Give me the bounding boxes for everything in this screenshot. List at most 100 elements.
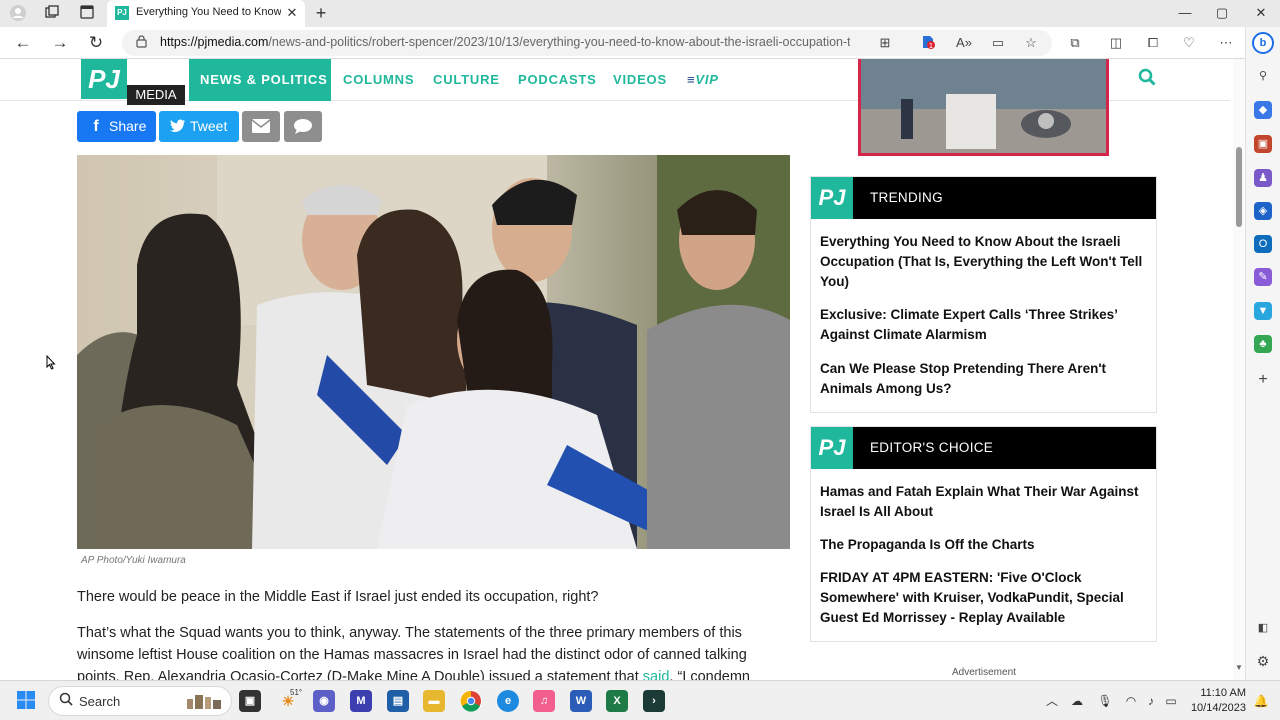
notifications-icon[interactable]: 🔔: [1252, 692, 1270, 710]
envelope-icon: [251, 111, 271, 144]
microsoft-365-icon[interactable]: ◈: [1254, 202, 1272, 220]
sidebar-settings-icon[interactable]: ⚙: [1254, 652, 1272, 670]
article-paragraph-2: That’s what the Squad wants you to think…: [77, 622, 787, 680]
collections-icon[interactable]: ⧠: [1142, 33, 1164, 53]
tab-title: Everything You Need to Know Ab: [136, 6, 281, 18]
comments-button[interactable]: [284, 111, 322, 142]
search-sidebar-icon[interactable]: ⚲: [1254, 67, 1272, 85]
lock-icon[interactable]: [136, 35, 148, 49]
site-logo[interactable]: PJ: [81, 59, 127, 99]
favorite-star-icon[interactable]: ☆: [1021, 34, 1041, 52]
nav-vip[interactable]: ≡VIP: [687, 72, 719, 88]
battery-icon[interactable]: ▭: [1162, 692, 1180, 710]
read-aloud-icon[interactable]: A»: [954, 34, 974, 52]
tab-active[interactable]: PJ Everything You Need to Know Ab ✕: [107, 0, 305, 27]
nav-podcasts[interactable]: PODCASTS: [518, 72, 597, 88]
scrollbar-thumb[interactable]: [1236, 147, 1242, 227]
facebook-share-label: Share: [109, 118, 147, 134]
maximize-icon[interactable]: ▢: [1207, 3, 1237, 23]
store-icon[interactable]: ▤: [387, 690, 409, 712]
address-bar[interactable]: https://pjmedia.com/news-and-politics/ro…: [122, 30, 1052, 56]
tree-icon[interactable]: ♣: [1254, 335, 1272, 353]
start-windows-icon[interactable]: [15, 690, 37, 712]
tools-icon[interactable]: ▣: [1254, 135, 1272, 153]
visual-studio-icon[interactable]: M: [350, 690, 372, 712]
windows-taskbar: Search ▣ ☀ 51° ◉ M ▤ ▬ e ♫ W X › ︿ ☁ 🎙 ◠…: [0, 680, 1280, 720]
back-icon[interactable]: ←: [11, 32, 35, 54]
wifi-icon[interactable]: ◠: [1122, 692, 1140, 710]
designer-icon[interactable]: ✎: [1254, 268, 1272, 286]
twitter-share-button[interactable]: Tweet: [159, 111, 239, 142]
more-menu-icon[interactable]: ⋯: [1215, 33, 1237, 53]
file-explorer-icon[interactable]: ▬: [423, 690, 445, 712]
clock-date[interactable]: 10/14/2023: [1182, 702, 1246, 716]
split-screen-icon[interactable]: ◫: [1105, 33, 1127, 53]
new-tab-button[interactable]: +: [311, 3, 331, 23]
image-caption: AP Photo/Yuki Iwamura: [81, 555, 186, 566]
microphone-icon[interactable]: 🎙: [1096, 692, 1114, 710]
trending-link-2[interactable]: Exclusive: Climate Expert Calls ‘Three S…: [820, 305, 1145, 345]
itunes-icon[interactable]: ♫: [533, 690, 555, 712]
url-text[interactable]: https://pjmedia.com/news-and-politics/ro…: [160, 35, 850, 51]
show-hidden-icons-chevron-icon[interactable]: ︿: [1043, 692, 1061, 710]
site-search-icon[interactable]: [1136, 68, 1158, 90]
editors-choice-title: EDITOR'S CHOICE: [870, 440, 994, 455]
nav-news-politics[interactable]: NEWS & POLITICS: [200, 72, 328, 88]
trending-link-3[interactable]: Can We Please Stop Pretending There Aren…: [820, 359, 1145, 399]
profile-icon[interactable]: [8, 4, 28, 22]
excel-icon[interactable]: X: [606, 690, 628, 712]
edge-icon[interactable]: e: [497, 690, 519, 712]
games-icon[interactable]: ♟: [1254, 169, 1272, 187]
outlook-icon[interactable]: O: [1254, 235, 1272, 253]
volume-icon[interactable]: ♪: [1142, 692, 1160, 710]
refresh-icon[interactable]: ↻: [84, 32, 108, 54]
add-sidebar-app-icon[interactable]: +: [1254, 371, 1272, 389]
facebook-share-button[interactable]: f Share: [77, 111, 156, 142]
reader-view-icon[interactable]: ▭: [988, 34, 1008, 52]
taskbar-search-box[interactable]: Search: [48, 686, 232, 716]
shopping-coupon-icon[interactable]: 1: [918, 34, 938, 52]
advertisement-banner[interactable]: [858, 59, 1109, 156]
chrome-icon[interactable]: [460, 690, 482, 712]
vertical-tabs-icon[interactable]: [77, 4, 97, 22]
forward-icon[interactable]: →: [48, 32, 72, 54]
email-share-button[interactable]: [242, 111, 280, 142]
terminal-app-icon[interactable]: ›: [643, 690, 665, 712]
window-close-icon[interactable]: ✕: [1246, 3, 1276, 23]
minimize-icon[interactable]: —: [1170, 3, 1200, 23]
tab-close-icon[interactable]: ✕: [285, 5, 299, 21]
pj-logo-icon: PJ: [811, 177, 853, 219]
trending-link-1[interactable]: Everything You Need to Know About the Is…: [820, 232, 1145, 292]
scroll-down-arrow-icon[interactable]: ▼: [1235, 663, 1243, 673]
url-host: https://pjmedia.com: [160, 35, 269, 49]
clock-time[interactable]: 11:10 AM: [1190, 687, 1246, 701]
workspaces-icon[interactable]: [42, 4, 62, 22]
browser-essentials-icon[interactable]: ♡: [1178, 33, 1200, 53]
hide-sidebar-icon[interactable]: ◧: [1254, 619, 1272, 637]
apps-available-icon[interactable]: ⊞: [875, 34, 895, 52]
copilot-icon[interactable]: b: [1252, 32, 1274, 54]
said-link[interactable]: said: [643, 669, 670, 680]
search-icon: [59, 692, 75, 710]
editors-link-2[interactable]: The Propaganda Is Off the Charts: [820, 535, 1145, 555]
drop-icon[interactable]: ▼: [1254, 302, 1272, 320]
shopping-tag-icon[interactable]: ◆: [1254, 101, 1272, 119]
task-view-icon[interactable]: ▣: [239, 690, 261, 712]
paragraph-2-tail: , “I condemn: [669, 669, 750, 680]
word-icon[interactable]: W: [570, 690, 592, 712]
site-logo-media[interactable]: MEDIA: [127, 85, 185, 105]
url-path: /news-and-politics/robert-spencer/2023/1…: [268, 35, 850, 49]
weather-temperature: 51°: [290, 688, 303, 697]
extensions-icon[interactable]: ⧉: [1064, 33, 1086, 53]
web-page: PJ MEDIA NEWS & POLITICS COLUMNS CULTURE…: [0, 59, 1245, 680]
article-hero-image: [77, 155, 790, 549]
nav-columns[interactable]: COLUMNS: [343, 72, 414, 88]
onedrive-cloud-icon[interactable]: ☁: [1068, 692, 1086, 710]
editors-link-3[interactable]: FRIDAY AT 4PM EASTERN: 'Five O'Clock Som…: [820, 568, 1145, 628]
nav-culture[interactable]: CULTURE: [433, 72, 500, 88]
twitter-share-label: Tweet: [190, 118, 228, 134]
editors-link-1[interactable]: Hamas and Fatah Explain What Their War A…: [820, 482, 1145, 522]
page-scrollbar[interactable]: ▼: [1233, 59, 1245, 680]
teams-chat-icon[interactable]: ◉: [313, 690, 335, 712]
nav-videos[interactable]: VIDEOS: [613, 72, 667, 88]
